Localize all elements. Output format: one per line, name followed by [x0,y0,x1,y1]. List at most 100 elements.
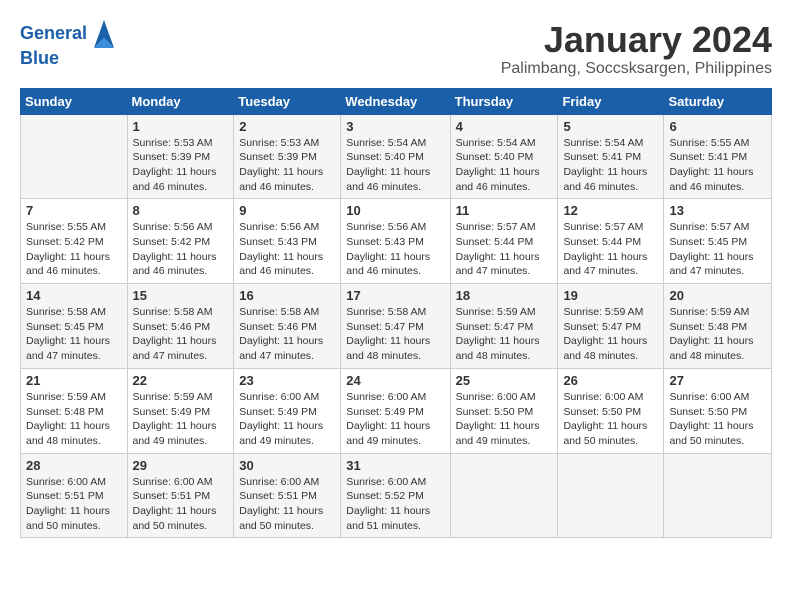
day-number: 24 [346,373,444,388]
day-info: Sunrise: 5:58 AM Sunset: 5:46 PM Dayligh… [133,305,229,364]
day-info: Sunrise: 5:57 AM Sunset: 5:44 PM Dayligh… [563,220,658,279]
logo: General Blue [20,20,116,70]
day-info: Sunrise: 5:56 AM Sunset: 5:42 PM Dayligh… [133,220,229,279]
calendar-cell: 25 Sunrise: 6:00 AM Sunset: 5:50 PM Dayli… [450,368,558,453]
day-number: 7 [26,203,122,218]
day-number: 31 [346,458,444,473]
calendar-cell: 14Sunrise: 5:58 AM Sunset: 5:45 PM Dayli… [21,284,128,369]
logo-text: General Blue [20,20,116,70]
calendar-cell [664,453,772,538]
calendar-cell: 15 Sunrise: 5:58 AM Sunset: 5:46 PM Dayli… [127,284,234,369]
calendar-cell: 23 Sunrise: 6:00 AM Sunset: 5:49 PM Dayli… [234,368,341,453]
day-info: Sunrise: 6:00 AM Sunset: 5:50 PM Dayligh… [669,390,766,449]
calendar-cell [450,453,558,538]
calendar-table: SundayMondayTuesdayWednesdayThursdayFrid… [20,88,772,539]
day-info: Sunrise: 5:59 AM Sunset: 5:48 PM Dayligh… [26,390,122,449]
day-number: 5 [563,119,658,134]
day-info: Sunrise: 5:53 AM Sunset: 5:39 PM Dayligh… [133,136,229,195]
calendar-cell [558,453,664,538]
day-info: Sunrise: 6:00 AM Sunset: 5:51 PM Dayligh… [26,475,122,534]
calendar-cell: 31Sunrise: 6:00 AM Sunset: 5:52 PM Dayli… [341,453,450,538]
calendar-cell: 13Sunrise: 5:57 AM Sunset: 5:45 PM Dayli… [664,199,772,284]
day-number: 6 [669,119,766,134]
day-info: Sunrise: 5:54 AM Sunset: 5:40 PM Dayligh… [456,136,553,195]
calendar-cell: 9 Sunrise: 5:56 AM Sunset: 5:43 PM Daylig… [234,199,341,284]
calendar-cell: 19Sunrise: 5:59 AM Sunset: 5:47 PM Dayli… [558,284,664,369]
day-number: 9 [239,203,335,218]
calendar-body: 1Sunrise: 5:53 AM Sunset: 5:39 PM Daylig… [21,114,772,538]
calendar-cell: 5 Sunrise: 5:54 AM Sunset: 5:41 PM Daylig… [558,114,664,199]
logo-icon [94,20,114,48]
title-block: January 2024 Palimbang, Soccsksargen, Ph… [501,20,772,78]
day-info: Sunrise: 5:53 AM Sunset: 5:39 PM Dayligh… [239,136,335,195]
day-number: 13 [669,203,766,218]
calendar-week-row: 7 Sunrise: 5:55 AM Sunset: 5:42 PM Daylig… [21,199,772,284]
day-info: Sunrise: 5:54 AM Sunset: 5:41 PM Dayligh… [563,136,658,195]
calendar-cell: 22 Sunrise: 5:59 AM Sunset: 5:49 PM Dayli… [127,368,234,453]
day-info: Sunrise: 5:58 AM Sunset: 5:46 PM Dayligh… [239,305,335,364]
day-info: Sunrise: 5:56 AM Sunset: 5:43 PM Dayligh… [239,220,335,279]
month-title: January 2024 [501,20,772,60]
calendar-week-row: 14Sunrise: 5:58 AM Sunset: 5:45 PM Dayli… [21,284,772,369]
location: Palimbang, Soccsksargen, Philippines [501,60,772,78]
day-number: 27 [669,373,766,388]
day-info: Sunrise: 5:58 AM Sunset: 5:47 PM Dayligh… [346,305,444,364]
weekday-header-tuesday: Tuesday [234,88,341,114]
calendar-cell: 24 Sunrise: 6:00 AM Sunset: 5:49 PM Dayli… [341,368,450,453]
calendar-cell: 12 Sunrise: 5:57 AM Sunset: 5:44 PM Dayli… [558,199,664,284]
day-info: Sunrise: 6:00 AM Sunset: 5:49 PM Dayligh… [239,390,335,449]
day-number: 20 [669,288,766,303]
page-header: General Blue January 2024 Palimbang, Soc… [20,20,772,78]
day-number: 14 [26,288,122,303]
day-number: 16 [239,288,335,303]
day-info: Sunrise: 5:55 AM Sunset: 5:42 PM Dayligh… [26,220,122,279]
day-number: 23 [239,373,335,388]
day-number: 12 [563,203,658,218]
day-number: 19 [563,288,658,303]
calendar-cell: 26 Sunrise: 6:00 AM Sunset: 5:50 PM Dayli… [558,368,664,453]
calendar-cell: 21 Sunrise: 5:59 AM Sunset: 5:48 PM Dayli… [21,368,128,453]
weekday-header-row: SundayMondayTuesdayWednesdayThursdayFrid… [21,88,772,114]
calendar-cell: 8 Sunrise: 5:56 AM Sunset: 5:42 PM Daylig… [127,199,234,284]
weekday-header-sunday: Sunday [21,88,128,114]
calendar-cell: 29Sunrise: 6:00 AM Sunset: 5:51 PM Dayli… [127,453,234,538]
weekday-header-saturday: Saturday [664,88,772,114]
day-number: 15 [133,288,229,303]
calendar-week-row: 21 Sunrise: 5:59 AM Sunset: 5:48 PM Dayli… [21,368,772,453]
calendar-cell: 27 Sunrise: 6:00 AM Sunset: 5:50 PM Dayli… [664,368,772,453]
day-number: 10 [346,203,444,218]
day-info: Sunrise: 5:59 AM Sunset: 5:49 PM Dayligh… [133,390,229,449]
day-info: Sunrise: 6:00 AM Sunset: 5:49 PM Dayligh… [346,390,444,449]
day-number: 17 [346,288,444,303]
day-number: 11 [456,203,553,218]
day-number: 8 [133,203,229,218]
calendar-cell: 17 Sunrise: 5:58 AM Sunset: 5:47 PM Dayli… [341,284,450,369]
day-info: Sunrise: 5:55 AM Sunset: 5:41 PM Dayligh… [669,136,766,195]
day-number: 21 [26,373,122,388]
day-number: 25 [456,373,553,388]
day-info: Sunrise: 6:00 AM Sunset: 5:50 PM Dayligh… [563,390,658,449]
day-info: Sunrise: 5:54 AM Sunset: 5:40 PM Dayligh… [346,136,444,195]
day-number: 2 [239,119,335,134]
day-info: Sunrise: 6:00 AM Sunset: 5:51 PM Dayligh… [239,475,335,534]
calendar-cell: 30Sunrise: 6:00 AM Sunset: 5:51 PM Dayli… [234,453,341,538]
calendar-cell: 18Sunrise: 5:59 AM Sunset: 5:47 PM Dayli… [450,284,558,369]
calendar-header: SundayMondayTuesdayWednesdayThursdayFrid… [21,88,772,114]
calendar-week-row: 1Sunrise: 5:53 AM Sunset: 5:39 PM Daylig… [21,114,772,199]
day-info: Sunrise: 5:56 AM Sunset: 5:43 PM Dayligh… [346,220,444,279]
weekday-header-friday: Friday [558,88,664,114]
calendar-cell: 6 Sunrise: 5:55 AM Sunset: 5:41 PM Daylig… [664,114,772,199]
weekday-header-thursday: Thursday [450,88,558,114]
weekday-header-wednesday: Wednesday [341,88,450,114]
day-info: Sunrise: 5:59 AM Sunset: 5:47 PM Dayligh… [456,305,553,364]
calendar-cell: 1Sunrise: 5:53 AM Sunset: 5:39 PM Daylig… [127,114,234,199]
day-info: Sunrise: 6:00 AM Sunset: 5:50 PM Dayligh… [456,390,553,449]
calendar-cell: 3 Sunrise: 5:54 AM Sunset: 5:40 PM Daylig… [341,114,450,199]
calendar-cell [21,114,128,199]
weekday-header-monday: Monday [127,88,234,114]
day-number: 22 [133,373,229,388]
day-number: 26 [563,373,658,388]
day-number: 29 [133,458,229,473]
calendar-week-row: 28Sunrise: 6:00 AM Sunset: 5:51 PM Dayli… [21,453,772,538]
day-number: 3 [346,119,444,134]
